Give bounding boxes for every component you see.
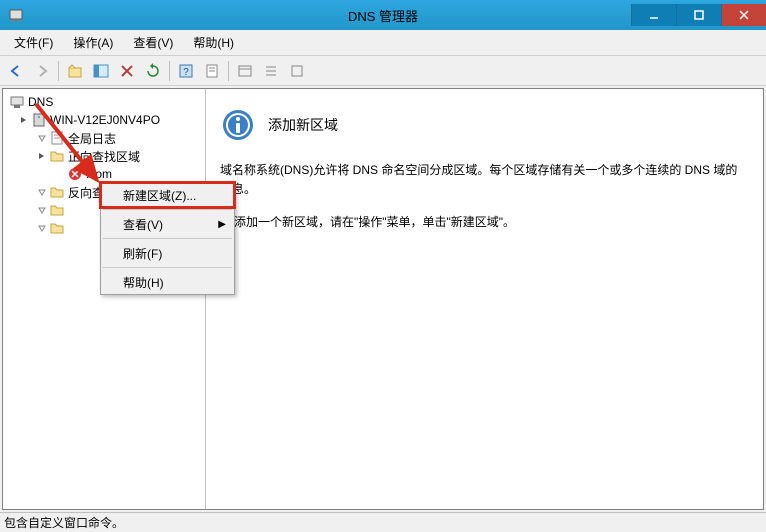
- refresh-button[interactable]: [141, 59, 165, 83]
- tree-global-log-label: 全局日志: [68, 130, 116, 147]
- tree-pane[interactable]: DNS WIN-V12EJ0NV4PO 全局日志 正向查找区域 .com 反向查…: [3, 89, 206, 509]
- tree-zone-com[interactable]: .com: [5, 165, 203, 183]
- context-menu: 新建区域(Z)... 查看(V)▶ 刷新(F) 帮助(H): [100, 182, 235, 295]
- folder-icon: [49, 202, 65, 218]
- dns-icon: [9, 94, 25, 110]
- title-bar: DNS 管理器: [0, 0, 766, 30]
- tree-global-log[interactable]: 全局日志: [5, 129, 203, 147]
- expander-icon[interactable]: [37, 151, 47, 161]
- content-para1: 域名称系统(DNS)允许将 DNS 命名空间分成区域。每个区域存储有关一个或多个…: [220, 161, 749, 199]
- show-hide-tree-button[interactable]: [89, 59, 113, 83]
- properties-button[interactable]: [200, 59, 224, 83]
- toolbar: ?: [0, 56, 766, 86]
- tree-server[interactable]: WIN-V12EJ0NV4PO: [5, 111, 203, 129]
- zone-error-icon: [67, 166, 83, 182]
- tree-fwd-label: 正向查找区域: [68, 148, 140, 165]
- chevron-right-icon: ▶: [218, 219, 226, 230]
- expander-icon[interactable]: [19, 115, 29, 125]
- menu-action[interactable]: 操作(A): [63, 31, 123, 54]
- context-sep: [103, 209, 232, 210]
- expander-icon[interactable]: [37, 133, 47, 143]
- menu-file[interactable]: 文件(F): [4, 31, 63, 54]
- content-heading: 添加新区域: [268, 115, 338, 135]
- help-button[interactable]: ?: [174, 59, 198, 83]
- expander-icon[interactable]: [37, 187, 47, 197]
- svg-text:?: ?: [183, 67, 189, 78]
- folder-icon: [49, 184, 65, 200]
- context-refresh[interactable]: 刷新(F): [101, 241, 234, 265]
- info-icon: [220, 107, 256, 143]
- content-para2: 添加一个新区域，请在"操作"菜单，单击"新建区域"。: [220, 213, 749, 232]
- context-new-zone[interactable]: 新建区域(Z)...: [101, 183, 234, 207]
- expander-icon[interactable]: [37, 205, 47, 215]
- window-title: DNS 管理器: [0, 6, 766, 25]
- tree-forward-zone[interactable]: 正向查找区域: [5, 147, 203, 165]
- tree-server-label: WIN-V12EJ0NV4PO: [50, 113, 160, 127]
- server-icon: [31, 112, 47, 128]
- menu-help[interactable]: 帮助(H): [183, 31, 244, 54]
- context-view[interactable]: 查看(V)▶: [101, 212, 234, 236]
- tree-zone-com-label: .com: [86, 167, 112, 181]
- list-button[interactable]: [259, 59, 283, 83]
- content-header: 添加新区域: [220, 107, 749, 143]
- tree-root-label: DNS: [28, 95, 53, 109]
- menu-view[interactable]: 查看(V): [123, 31, 183, 54]
- status-bar: 包含自定义窗口命令。: [0, 512, 766, 532]
- details-button[interactable]: [285, 59, 309, 83]
- forward-button[interactable]: [30, 59, 54, 83]
- up-button[interactable]: [63, 59, 87, 83]
- log-icon: [49, 130, 65, 146]
- main-area: DNS WIN-V12EJ0NV4PO 全局日志 正向查找区域 .com 反向查…: [2, 88, 764, 510]
- tree-root-dns[interactable]: DNS: [5, 93, 203, 111]
- menu-bar: 文件(F) 操作(A) 查看(V) 帮助(H): [0, 30, 766, 56]
- expander-icon[interactable]: [37, 223, 47, 233]
- content-pane: 添加新区域 域名称系统(DNS)允许将 DNS 命名空间分成区域。每个区域存储有…: [206, 89, 763, 509]
- filter-button[interactable]: [233, 59, 257, 83]
- context-help[interactable]: 帮助(H): [101, 270, 234, 294]
- context-sep: [103, 267, 232, 268]
- delete-button[interactable]: [115, 59, 139, 83]
- folder-icon: [49, 220, 65, 236]
- folder-icon: [49, 148, 65, 164]
- context-sep: [103, 238, 232, 239]
- status-text: 包含自定义窗口命令。: [4, 514, 124, 531]
- back-button[interactable]: [4, 59, 28, 83]
